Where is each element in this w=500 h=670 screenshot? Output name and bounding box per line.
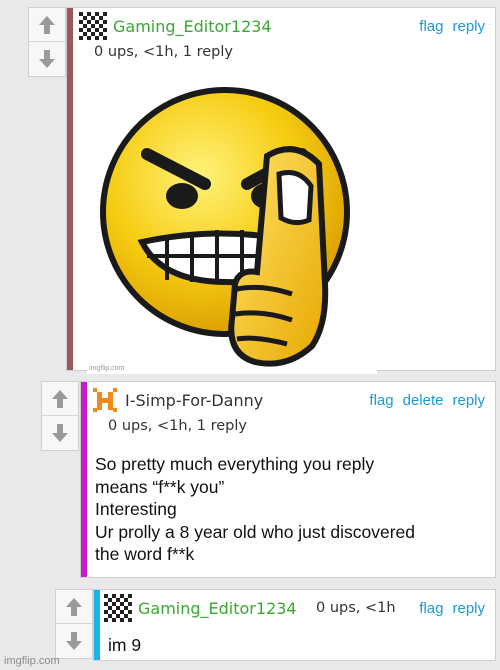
- comment-body-line: means “f**k you”: [95, 476, 225, 497]
- image-watermark: imgflip.com: [89, 365, 125, 372]
- comment-body-line: Ur prolly a 8 year old who just discover…: [95, 521, 416, 542]
- orange-h-avatar-icon[interactable]: [91, 386, 119, 414]
- upvote-button[interactable]: [29, 8, 65, 42]
- comment-username[interactable]: Gaming_Editor1234: [138, 599, 297, 618]
- comment-header: I-Simp-For-Danny: [91, 386, 263, 414]
- comment-card: Gaming_Editor1234 0 ups, <1h flag reply …: [93, 589, 496, 661]
- comment-depth-stripe: [81, 382, 87, 577]
- comment-body-line: So pretty much everything you reply: [95, 454, 375, 474]
- flag-link[interactable]: flag: [419, 600, 443, 617]
- comment-card: I-Simp-For-Danny 0 ups, <1h, 1 reply fla…: [80, 381, 496, 578]
- vote-column: [41, 381, 79, 451]
- arrow-up-icon: [52, 389, 68, 408]
- comment-image[interactable]: imgflip.com: [87, 84, 377, 374]
- downvote-button[interactable]: [56, 624, 92, 658]
- comment-actions: flag reply: [419, 18, 485, 35]
- comment-meta: 0 ups, <1h, 1 reply: [108, 418, 247, 434]
- flag-link[interactable]: flag: [419, 18, 443, 35]
- comment-body-line: im 9: [108, 635, 142, 655]
- checkerboard-avatar-icon[interactable]: [79, 12, 107, 40]
- comment-card: Gaming_Editor1234 0 ups, <1h, 1 reply fl…: [66, 7, 496, 374]
- comment-username[interactable]: Gaming_Editor1234: [113, 17, 272, 36]
- comment-username[interactable]: I-Simp-For-Danny: [125, 391, 263, 410]
- arrow-down-icon: [39, 50, 55, 68]
- vote-column: [28, 7, 66, 77]
- downvote-button[interactable]: [42, 416, 78, 450]
- checkerboard-avatar-icon[interactable]: [104, 594, 132, 622]
- reply-link[interactable]: reply: [452, 18, 485, 35]
- flag-link[interactable]: flag: [369, 392, 393, 409]
- reply-link[interactable]: reply: [452, 600, 485, 617]
- comment-actions: flag delete reply: [369, 392, 485, 409]
- delete-link[interactable]: delete: [403, 392, 444, 409]
- arrow-up-icon: [39, 15, 55, 34]
- upvote-button[interactable]: [42, 382, 78, 416]
- comment-depth-stripe: [94, 590, 100, 660]
- vote-column: [55, 589, 93, 659]
- comment-body-line: Interesting: [95, 499, 177, 519]
- angry-emoji-middle-finger-icon: [100, 87, 350, 367]
- comment-meta: 0 ups, <1h: [316, 600, 396, 616]
- reply-link[interactable]: reply: [452, 392, 485, 409]
- comment-body-line: the word f**k: [95, 544, 195, 564]
- comment-body: im 9: [108, 634, 141, 657]
- comment-depth-stripe: [67, 8, 73, 370]
- comment-body: So pretty much everything you reply mean…: [95, 453, 415, 566]
- arrow-down-icon: [52, 424, 68, 442]
- arrow-down-icon: [66, 632, 82, 650]
- comment-header: Gaming_Editor1234: [104, 594, 297, 622]
- arrow-up-icon: [66, 597, 82, 616]
- comment-actions: flag reply: [419, 600, 485, 617]
- comment-header: Gaming_Editor1234: [79, 12, 272, 40]
- upvote-button[interactable]: [56, 590, 92, 624]
- downvote-button[interactable]: [29, 42, 65, 76]
- footer-watermark: imgflip.com: [4, 655, 60, 667]
- comment-meta: 0 ups, <1h, 1 reply: [94, 44, 233, 60]
